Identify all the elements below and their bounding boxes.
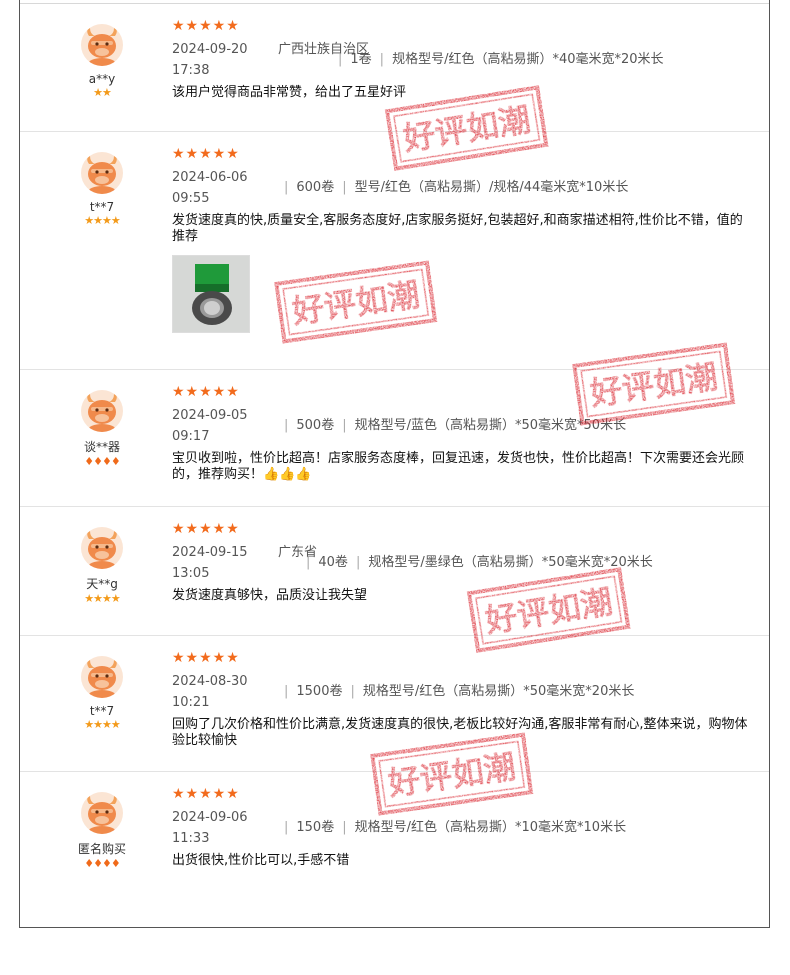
crown-level-icon: ★★★★ [84,592,120,605]
rating-stars: ★★★★★ [172,18,240,34]
review-comment: 出货很快,性价比可以,手感不错 [172,853,350,868]
review-meta: 2024-08-30 10:21 | 1500卷 | 规格型号/红色（高粘易撕）*50… [172,671,755,713]
review-photo[interactable] [172,255,250,333]
stamp-text: 好评如潮 [587,357,720,413]
reviewer-block: 匿名购买 ♦♦♦♦ [68,792,136,870]
purchase-spec: | 1500卷 | 规格型号/红色（高粘易撕）*50毫米宽*20米长 [276,681,634,702]
review-datetime: 2024-08-30 10:21 [172,671,272,713]
reviewer-nickname[interactable]: t**7 [68,704,136,718]
divider: | [306,555,311,570]
review-date: 2024-09-15 [172,545,248,560]
review-time: 09:55 [172,191,210,206]
divider: | [379,52,385,67]
review-datetime: 2024-09-05 09:17 [172,405,272,447]
bull-mascot-icon[interactable] [81,24,123,66]
reviewer-nickname[interactable]: 谈**器 [68,438,136,455]
divider: | [284,820,289,835]
review-content: ★★★★★ 2024-06-06 09:55 | 600卷 | 型号/红色（高粘易撕）… [172,146,755,333]
review-date: 2024-09-20 [172,42,248,57]
purchase-quantity: 1500卷 [296,684,343,699]
purchase-spec: | 150卷 | 规格型号/红色（高粘易撕）*10毫米宽*10米长 [276,817,626,838]
review-time: 17:38 [172,63,210,78]
divider: | [342,180,347,195]
divider: | [284,418,289,433]
review-comment: 宝贝收到啦，性价比超高！店家服务态度棒，回复迅速，发货也快，性价比超高！下次需要… [172,451,745,482]
crown-level-icon: ★★★★ [84,214,120,227]
review-content: ★★★★★ 2024-09-15 13:05 广东省 | 40卷 | 规格型号/墨绿色… [172,521,755,604]
purchase-variant: 规格型号/红色（高粘易撕）*40毫米宽*20米长 [392,52,664,67]
bull-mascot-icon[interactable] [81,527,123,569]
purchase-spec: | 600卷 | 型号/红色（高粘易撕）/规格/44毫米宽*10米长 [276,177,628,198]
bull-mascot-icon[interactable] [81,792,123,834]
reviewer-nickname[interactable]: 匿名购买 [68,840,136,857]
divider: | [342,418,347,433]
divider: | [355,555,361,570]
review-time: 11:33 [172,831,210,846]
reviewer-block: 天**g ★★★★ [68,527,136,605]
review-comment: 发货速度真的快,质量安全,客服务态度好,店家服务挺好,包装超好,和商家描述相符,… [172,213,743,244]
purchase-spec: | 1卷 | 规格型号/红色（高粘易撕）*40毫米宽*20米长 [330,49,664,70]
review-item: 天**g ★★★★ ★★★★★ 2024-09-15 13:05 广东省 | 40… [20,507,769,636]
crown-level-icon: ★★★★ [84,718,120,731]
review-meta: 2024-09-20 17:38 广西壮族自治区 | 1卷 | 规格型号/红色（高粘易… [172,39,755,81]
review-time: 13:05 [172,566,210,581]
reviewer-nickname[interactable]: t**7 [68,200,136,214]
review-meta: 2024-09-15 13:05 广东省 | 40卷 | 规格型号/墨绿色（高粘易撕）… [172,542,755,584]
purchase-quantity: 500卷 [296,418,335,433]
review-datetime: 2024-09-20 17:38 [172,39,272,81]
review-content: ★★★★★ 2024-09-20 17:38 广西壮族自治区 | 1卷 | 规格型号/… [172,18,755,101]
review-date: 2024-06-06 [172,170,248,185]
divider: | [342,820,347,835]
rating-stars: ★★★★★ [172,650,240,666]
bull-mascot-icon[interactable] [81,390,123,432]
review-time: 10:21 [172,695,210,710]
purchase-variant: 型号/红色（高粘易撕）/规格/44毫米宽*10米长 [354,180,629,195]
reviewer-block: t**7 ★★★★ [68,656,136,731]
stamp-text: 好评如潮 [289,275,422,331]
divider: | [284,684,289,699]
review-meta: 2024-06-06 09:55 | 600卷 | 型号/红色（高粘易撕）/规格/44… [172,167,755,209]
review-datetime: 2024-09-15 13:05 [172,542,272,584]
purchase-quantity: 1卷 [350,52,372,67]
purchase-quantity: 40卷 [318,555,348,570]
reviewer-block: a**y ★★ [68,24,136,99]
purchase-spec: | 500卷 | 规格型号/蓝色（高粘易撕）*50毫米宽*50米长 [276,415,626,436]
review-datetime: 2024-06-06 09:55 [172,167,272,209]
bull-mascot-icon[interactable] [81,152,123,194]
divider: | [284,180,289,195]
review-comment: 发货速度真够快，品质没让我失望 [172,588,368,603]
gem-level-icon: ♦♦♦♦ [84,455,120,468]
purchase-quantity: 150卷 [296,820,335,835]
reviewer-nickname[interactable]: 天**g [68,575,136,592]
review-date: 2024-09-05 [172,408,248,423]
review-content: ★★★★★ 2024-08-30 10:21 | 1500卷 | 规格型号/红色（高粘… [172,650,755,749]
reviewer-block: t**7 ★★★★ [68,152,136,227]
bull-mascot-icon[interactable] [81,656,123,698]
purchase-variant: 规格型号/红色（高粘易撕）*10毫米宽*10米长 [354,820,627,835]
stamp-text: 好评如潮 [385,747,518,803]
review-date: 2024-08-30 [172,674,248,689]
gem-level-icon: ♦♦♦♦ [84,857,120,870]
purchase-variant: 规格型号/红色（高粘易撕）*50毫米宽*20米长 [362,684,635,699]
divider: | [338,52,343,67]
crown-level-icon: ★★ [93,86,112,99]
review-datetime: 2024-09-06 11:33 [172,807,272,849]
purchase-quantity: 600卷 [296,180,335,195]
reviewer-nickname[interactable]: a**y [68,72,136,86]
reviewer-block: 谈**器 ♦♦♦♦ [68,390,136,468]
rating-stars: ★★★★★ [172,521,240,537]
divider: | [350,684,355,699]
review-date: 2024-09-06 [172,810,248,825]
review-meta: 2024-09-06 11:33 | 150卷 | 规格型号/红色（高粘易撕）*10毫… [172,807,755,849]
review-time: 09:17 [172,429,210,444]
